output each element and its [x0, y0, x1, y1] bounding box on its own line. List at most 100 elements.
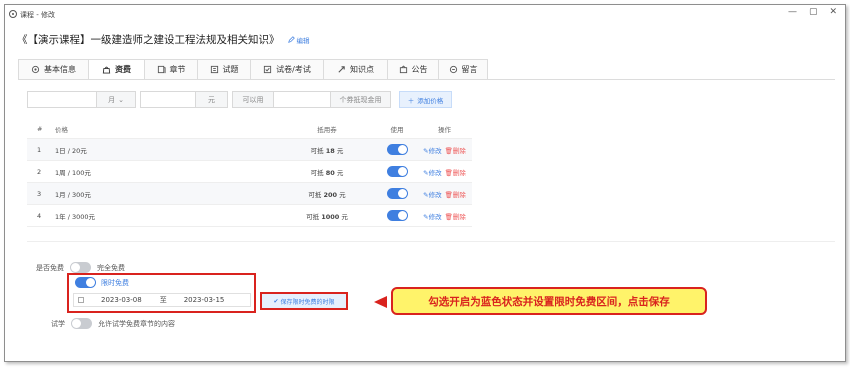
add-price-label: 添加价格 [417, 96, 444, 105]
row-idx: 1 [37, 145, 42, 154]
coupon-count-input[interactable] [273, 91, 331, 108]
course-title: 【演示课程】一级建造师之建设工程法规及相关知识 [27, 34, 270, 46]
trial-setting-row: 试学 允许试学免费章节的内容 [51, 318, 175, 329]
coupon-suffix-addon: 个券抵现金用 [330, 91, 391, 108]
coupon-amount: 80 [325, 168, 335, 177]
tab-notices[interactable]: 公告 [387, 59, 438, 80]
row-ops: ✎修改 🗑删除 [417, 145, 472, 155]
gear-icon [31, 65, 40, 74]
full-free-toggle[interactable] [70, 262, 91, 273]
heading-prefix: 《 [17, 34, 28, 46]
minimize-button[interactable]: — [788, 7, 797, 17]
coupon-prefix-addon: 可以用 [232, 91, 274, 108]
tab-questions[interactable]: 试题 [197, 59, 250, 80]
coupon-unit: 元 [336, 146, 344, 155]
pencil-icon [287, 36, 295, 43]
tab-label: 试卷/考试 [276, 65, 311, 74]
heading-suffix: 》 [269, 34, 280, 46]
course-heading: 《 【演示课程】一级建造师之建设工程法规及相关知识 》 编辑 [17, 32, 310, 47]
edit-label: 修改 [428, 190, 442, 199]
knowledge-icon [338, 66, 345, 73]
window-controls: — ▢ ✕ [788, 7, 837, 17]
row-delete-link[interactable]: 🗑删除 [445, 145, 466, 155]
tab-basic-info[interactable]: 基本信息 [18, 59, 88, 80]
book-icon [210, 65, 218, 74]
table-header: # 价格 抵用券 使用 操作 [27, 119, 472, 139]
add-price-button[interactable]: ＋ 添加价格 [399, 91, 452, 108]
tab-chapters[interactable]: 章节 [144, 59, 197, 80]
trial-label: 试学 [51, 319, 65, 328]
row-delete-link[interactable]: 🗑删除 [445, 167, 466, 177]
end-date[interactable]: 2023-03-15 [184, 296, 225, 304]
title-bar: 课程 - 修改 — ▢ ✕ [5, 5, 845, 23]
row-edit-link[interactable]: ✎修改 [423, 145, 441, 155]
course-edit-window: 课程 - 修改 — ▢ ✕ 《 【演示课程】一级建造师之建设工程法规及相关知识 … [4, 4, 846, 362]
full-free-label: 完全免费 [97, 263, 125, 272]
limited-free-row: 限时免费 [75, 277, 129, 288]
row-ops: ✎修改 🗑删除 [417, 167, 472, 177]
tab-exams[interactable]: 试卷/考试 [250, 59, 323, 80]
save-limited-free-label: 保存限时免费的时限 [280, 298, 335, 306]
tab-label: 章节 [169, 65, 186, 74]
coupon-amount: 18 [325, 146, 335, 155]
date-range-picker[interactable]: 2023-03-08 至 2023-03-15 [73, 293, 251, 307]
coupon-prefix: 可抵 [306, 212, 320, 221]
price-input[interactable] [140, 91, 196, 108]
trial-toggle[interactable] [71, 318, 92, 329]
row-use [377, 188, 417, 199]
row-enabled-toggle[interactable] [386, 144, 408, 155]
tab-bar: 基本信息 资费 章节 试题 试卷/考试 知识点 公告 留言 [18, 59, 488, 80]
row-edit-link[interactable]: ✎修改 [423, 167, 441, 177]
row-use [377, 166, 417, 177]
row-delete-link[interactable]: 🗑删除 [445, 189, 466, 199]
row-coupon: 可抵 80 元 [277, 167, 377, 177]
limited-free-toggle[interactable] [75, 277, 96, 288]
table-row: 1 1日 / 20元 可抵 18 元 ✎修改 🗑删除 [27, 139, 472, 161]
table-row: 2 1周 / 100元 可抵 80 元 ✎修改 🗑删除 [27, 161, 472, 183]
tab-label: 资费 [115, 65, 131, 74]
row-enabled-toggle[interactable] [386, 166, 408, 177]
row-edit-link[interactable]: ✎修改 [423, 189, 441, 199]
tab-knowledge-points[interactable]: 知识点 [323, 59, 387, 80]
delete-label: 删除 [452, 146, 466, 155]
row-delete-link[interactable]: 🗑删除 [445, 211, 466, 221]
check-icon: ✔ [273, 297, 279, 305]
chevron-down-icon: ⌄ [118, 95, 124, 104]
row-price: 1日 / 20元 [55, 146, 87, 155]
edit-title-link[interactable]: 编辑 [287, 35, 310, 45]
calendar-icon [78, 297, 84, 303]
header-coupon: 抵用券 [317, 125, 337, 134]
delete-label: 删除 [452, 212, 466, 221]
row-edit-link[interactable]: ✎修改 [423, 211, 441, 221]
row-enabled-toggle[interactable] [386, 188, 408, 199]
row-idx: 4 [37, 211, 42, 220]
coupon-unit: 元 [339, 190, 346, 199]
row-price: 1年 / 3000元 [55, 212, 95, 221]
exam-icon [264, 65, 272, 74]
tab-label: 公告 [411, 65, 428, 74]
header-idx: # [37, 124, 43, 133]
row-price: 1周 / 100元 [55, 168, 91, 177]
coupon-prefix: 可抵 [308, 190, 322, 199]
row-enabled-toggle[interactable] [386, 210, 408, 221]
row-use [377, 144, 417, 155]
row-idx: 3 [37, 189, 42, 198]
coupon-unit: 元 [336, 168, 344, 177]
period-unit-select[interactable]: 月 ⌄ [96, 91, 136, 108]
edit-label: 修改 [428, 168, 442, 177]
period-input[interactable] [27, 91, 97, 108]
bag-icon [102, 66, 111, 74]
tab-fees[interactable]: 资费 [88, 59, 144, 80]
coupon-amount: 1000 [321, 212, 340, 221]
limited-free-label: 限时免费 [101, 278, 129, 287]
tab-messages[interactable]: 留言 [438, 59, 488, 80]
row-coupon: 可抵 1000 元 [277, 211, 377, 221]
row-ops: ✎修改 🗑删除 [417, 211, 472, 221]
start-date[interactable]: 2023-03-08 [101, 296, 142, 304]
free-setting-row: 是否免费 完全免费 [36, 262, 125, 273]
free-label: 是否免费 [36, 263, 64, 272]
period-unit-label: 月 [108, 95, 116, 104]
maximize-button[interactable]: ▢ [809, 7, 818, 17]
close-button[interactable]: ✕ [829, 7, 837, 17]
save-limited-free-button[interactable]: ✔ 保存限时免费的时限 [260, 292, 348, 310]
